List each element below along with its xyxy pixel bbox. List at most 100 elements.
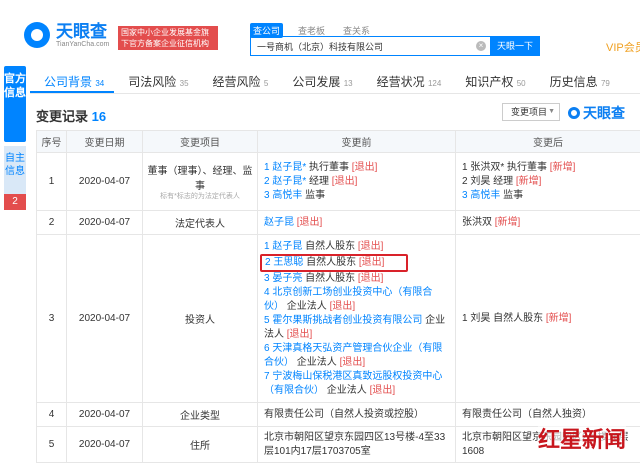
person-name: 2 刘昊 (462, 175, 491, 187)
logo-name: 天眼查 (56, 21, 107, 41)
status-tag: [新增] (549, 161, 576, 173)
person-link[interactable]: 3 晏子亮 (264, 273, 302, 284)
cell-date: 2020-04-07 (66, 152, 143, 211)
person-link[interactable]: 1 赵子昆 (264, 241, 302, 252)
tab-count: 34 (95, 79, 105, 88)
vip-link[interactable]: VIP会员 (606, 39, 640, 55)
role-text: 企业法人 (326, 384, 367, 396)
clear-icon[interactable]: × (476, 41, 486, 51)
list-item: 1 赵子昆* 执行董事 [退出] (264, 161, 449, 175)
person-name: 张洪双 (462, 216, 492, 228)
red-star-news-watermark: 红星新闻 (538, 422, 627, 454)
certification-badge: 国家中小企业发展基金旗下官方备案企业征信机构 (118, 26, 218, 50)
cell-before: 赵子昆 [退出] (257, 210, 456, 235)
section-title: 变更记录 16 (36, 106, 106, 125)
col-header-no: 序号 (36, 130, 67, 153)
logo-subtitle: TianYanCha.com (56, 40, 110, 48)
status-tag: [退出] (351, 161, 378, 173)
cell-date: 2020-04-07 (66, 426, 143, 463)
col-header-item: 变更项目 (142, 130, 258, 153)
cell-date: 2020-04-07 (66, 210, 143, 235)
chevron-down-icon: ▼ (548, 108, 555, 115)
person-link[interactable]: 1 赵子昆* (264, 162, 306, 173)
search-button[interactable]: 天眼一下 (490, 36, 540, 56)
status-tag: [退出] (357, 272, 384, 284)
col-header-date: 变更日期 (66, 130, 143, 153)
role-text: 监事 (305, 189, 326, 201)
list-item: 4 北京创新工场创业投资中心（有限合伙） 企业法人 [退出] (264, 286, 449, 314)
side-self-count-badge: 2 (4, 194, 26, 210)
list-item: 7 宁波梅山保税港区真致远股权投资中心（有限合伙） 企业法人 [退出] (264, 370, 449, 398)
cell-item: 董事（理事）、经理、监事 标有*标志的为法定代表人 (142, 152, 258, 211)
role-text: 监事 (503, 189, 524, 201)
tab-label: 经营风险 (212, 75, 261, 89)
search-input[interactable]: 一号商机（北京）科技有限公司 (250, 36, 490, 56)
cell-date: 2020-04-07 (66, 234, 143, 403)
change-item-filter[interactable]: 变更项目 ▼ (502, 103, 560, 121)
cell-no: 4 (36, 402, 67, 427)
role-text: 自然人股东 (305, 272, 356, 284)
table-header-row: 序号 变更日期 变更项目 变更前 变更后 (36, 130, 640, 153)
status-tag: [退出] (358, 256, 385, 268)
logo-eye-icon (24, 22, 50, 48)
tab-business-risk[interactable]: 经营风险 5 (199, 66, 279, 93)
cell-before: 1 赵子昆 自然人股东 [退出] 2 王思聪 自然人股东 [退出] 3 晏子亮 … (257, 234, 456, 403)
person-link[interactable]: 3 高悦丰 (462, 190, 500, 201)
list-item: 5 霍尔果斯挑战者创业投资有限公司 企业法人 [退出] (264, 314, 449, 342)
role-text: 自然人股东 (306, 256, 357, 268)
item-text: 董事（理事）、经理、监事 (147, 166, 253, 192)
cell-after: 张洪双 [新增] (455, 210, 640, 235)
brand-name: 天眼查 (583, 105, 625, 121)
tab-intellectual-property[interactable]: 知识产权 50 (451, 66, 535, 93)
status-tag: [退出] (329, 300, 356, 312)
tab-judicial-risk[interactable]: 司法风险 35 (114, 66, 198, 93)
tab-history[interactable]: 历史信息 79 (536, 66, 620, 93)
person-link[interactable]: 赵子昆 (264, 217, 294, 228)
main-tabs: 公司背景 34 司法风险 35 经营风险 5 公司发展 13 经营状况 124 … (30, 66, 640, 94)
table-row: 1 2020-04-07 董事（理事）、经理、监事 标有*标志的为法定代表人 1… (36, 152, 640, 211)
cell-no: 3 (36, 234, 67, 403)
tab-label: 知识产权 (465, 75, 514, 89)
tab-label: 历史信息 (549, 75, 598, 89)
tab-label: 公司发展 (292, 75, 341, 89)
list-item: 3 晏子亮 自然人股东 [退出] (264, 272, 449, 286)
tab-label: 经营状况 (376, 75, 425, 89)
section-title-text: 变更记录 (36, 109, 89, 124)
side-official-info[interactable]: 官方信息 (4, 66, 26, 142)
tianyancha-logo[interactable]: 天眼查 TianYanCha.com (24, 22, 109, 48)
tab-label: 司法风险 (128, 75, 177, 89)
status-tag: [退出] (357, 240, 384, 252)
role-text: 企业法人 (296, 356, 337, 368)
highlighted-shareholder: 2 王思聪 自然人股东 [退出] (260, 253, 408, 272)
tab-company-development[interactable]: 公司发展 13 (278, 66, 362, 93)
list-item: 2 刘昊 经理 [新增] (462, 175, 634, 189)
person-name: 1 张洪双* (462, 161, 505, 173)
cell-no: 5 (36, 426, 67, 463)
list-item: 3 高悦丰 监事 (264, 189, 449, 203)
table-row: 3 2020-04-07 投资人 1 赵子昆 自然人股东 [退出] 2 王思聪 … (36, 234, 640, 403)
cell-before: 有限责任公司（自然人投资或控股） (257, 402, 456, 427)
list-item: 1 赵子昆 自然人股东 [退出] (264, 240, 449, 254)
person-link[interactable]: 2 王思聪 (265, 257, 303, 268)
cell-item: 投资人 (142, 234, 258, 403)
tab-count: 79 (600, 79, 610, 88)
cell-item: 企业类型 (142, 402, 258, 427)
role-text: 自然人股东 (305, 240, 356, 252)
person-link[interactable]: 3 高悦丰 (264, 190, 302, 201)
role-text: 经理 (493, 175, 514, 187)
col-header-before: 变更前 (257, 130, 456, 153)
company-link[interactable]: 5 霍尔果斯挑战者创业投资有限公司 (264, 315, 422, 326)
list-item: 2 赵子昆* 经理 [退出] (264, 175, 449, 189)
role-text: 自然人股东 (493, 312, 544, 324)
cell-date: 2020-04-07 (66, 402, 143, 427)
tab-operation-status[interactable]: 经营状况 124 (363, 66, 452, 93)
role-text: 经理 (309, 175, 330, 187)
tab-company-background[interactable]: 公司背景 34 (30, 66, 115, 93)
tab-count: 13 (343, 79, 353, 88)
status-tag: [退出] (369, 384, 396, 396)
person-link[interactable]: 2 赵子昆* (264, 176, 306, 187)
role-text: 执行董事 (309, 161, 350, 173)
section-count: 16 (91, 109, 107, 124)
status-tag: [新增] (494, 216, 521, 228)
table-row: 2 2020-04-07 法定代表人 赵子昆 [退出] 张洪双 [新增] (36, 210, 640, 235)
